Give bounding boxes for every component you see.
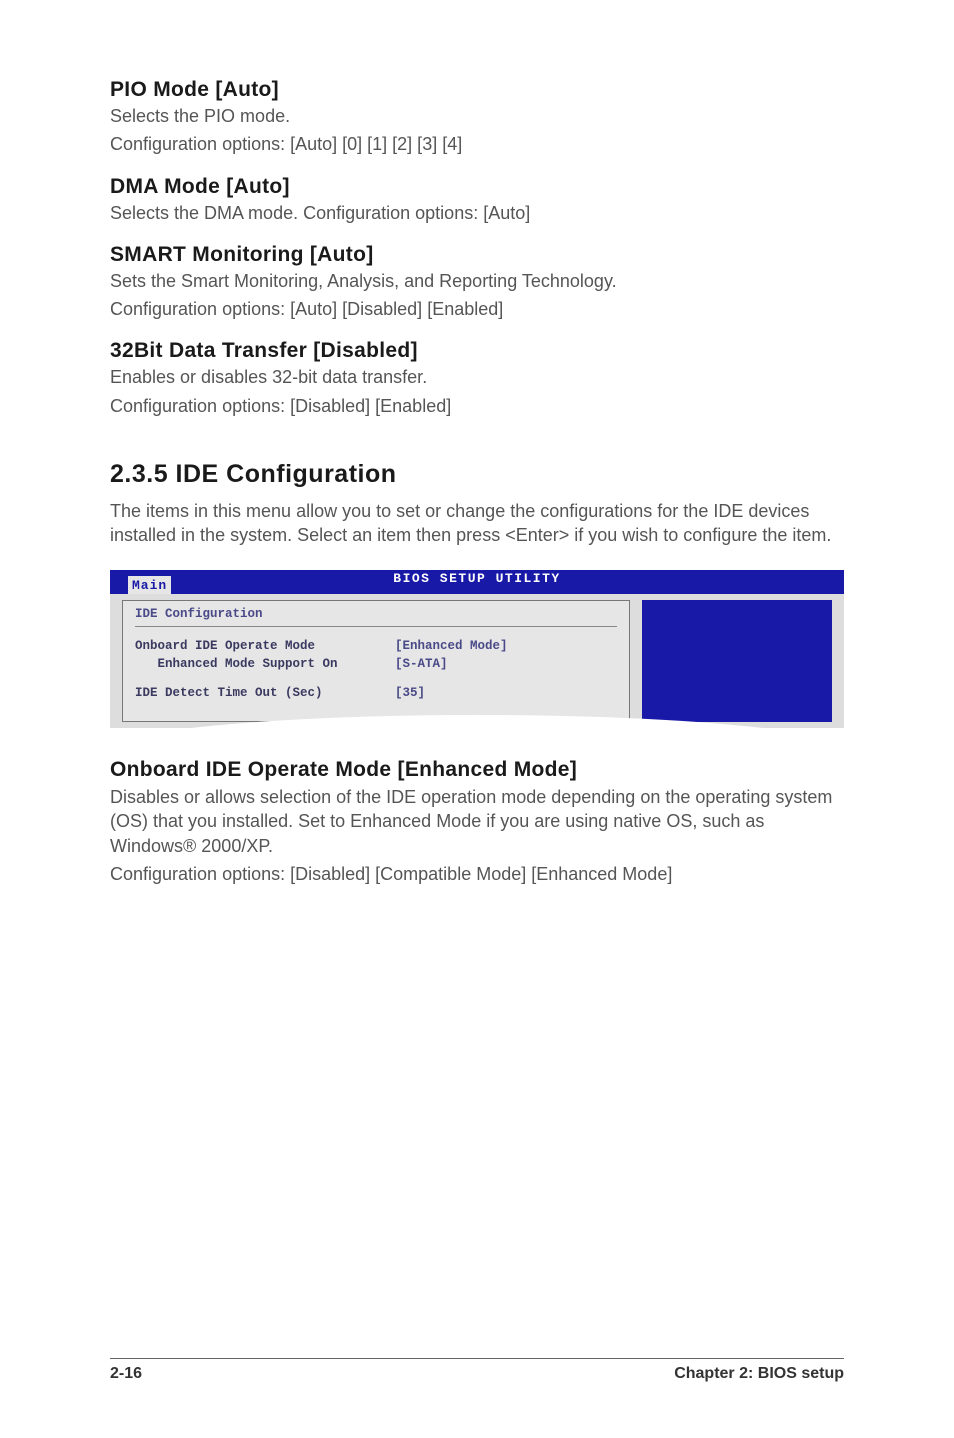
32bit-data-transfer-heading: 32Bit Data Transfer [Disabled] [110,339,844,363]
bios-row-label: IDE Detect Time Out (Sec) [135,684,395,703]
bios-row-value: [35] [395,684,425,703]
bios-panel-title: IDE Configuration [135,607,617,627]
pio-mode-text-1: Selects the PIO mode. [110,104,844,128]
bios-right-help-panel [642,600,832,722]
bios-row-value: [S-ATA] [395,655,448,674]
32bit-data-transfer-text-2: Configuration options: [Disabled] [Enabl… [110,394,844,418]
bios-row-ide-detect-time-out[interactable]: IDE Detect Time Out (Sec) [35] [135,684,617,703]
bios-row-value: [Enhanced Mode] [395,637,508,656]
dma-mode-text-1: Selects the DMA mode. Configuration opti… [110,201,844,225]
bios-tab-main[interactable]: Main [128,576,171,594]
pio-mode-text-2: Configuration options: [Auto] [0] [1] [2… [110,132,844,156]
dma-mode-heading: DMA Mode [Auto] [110,175,844,199]
smart-monitoring-text-2: Configuration options: [Auto] [Disabled]… [110,297,844,321]
bios-body: IDE Configuration Onboard IDE Operate Mo… [110,594,844,728]
bios-header-title: BIOS SETUP UTILITY [393,571,560,586]
smart-monitoring-text-1: Sets the Smart Monitoring, Analysis, and… [110,269,844,293]
ide-configuration-heading: 2.3.5 IDE Configuration [110,460,844,489]
smart-monitoring-heading: SMART Monitoring [Auto] [110,243,844,267]
chapter-title: Chapter 2: BIOS setup [674,1365,844,1383]
bios-row-enhanced-mode-support-on[interactable]: Enhanced Mode Support On [S-ATA] [135,655,617,674]
bios-header-bar: BIOS SETUP UTILITY Main [110,570,844,594]
bios-row-label: Enhanced Mode Support On [135,655,395,674]
32bit-data-transfer-text-1: Enables or disables 32-bit data transfer… [110,365,844,389]
bios-setup-panel: BIOS SETUP UTILITY Main IDE Configuratio… [110,570,844,728]
onboard-ide-text-2: Configuration options: [Disabled] [Compa… [110,862,844,886]
onboard-ide-text-1: Disables or allows selection of the IDE … [110,785,844,858]
pio-mode-heading: PIO Mode [Auto] [110,78,844,102]
bios-row-label: Onboard IDE Operate Mode [135,637,395,656]
bios-left-panel: IDE Configuration Onboard IDE Operate Mo… [122,600,630,722]
page-footer: 2-16 Chapter 2: BIOS setup [110,1358,844,1383]
page-number: 2-16 [110,1365,142,1383]
bios-row-onboard-ide-operate-mode[interactable]: Onboard IDE Operate Mode [Enhanced Mode] [135,637,617,656]
onboard-ide-operate-mode-heading: Onboard IDE Operate Mode [Enhanced Mode] [110,758,844,782]
ide-configuration-intro: The items in this menu allow you to set … [110,499,844,548]
